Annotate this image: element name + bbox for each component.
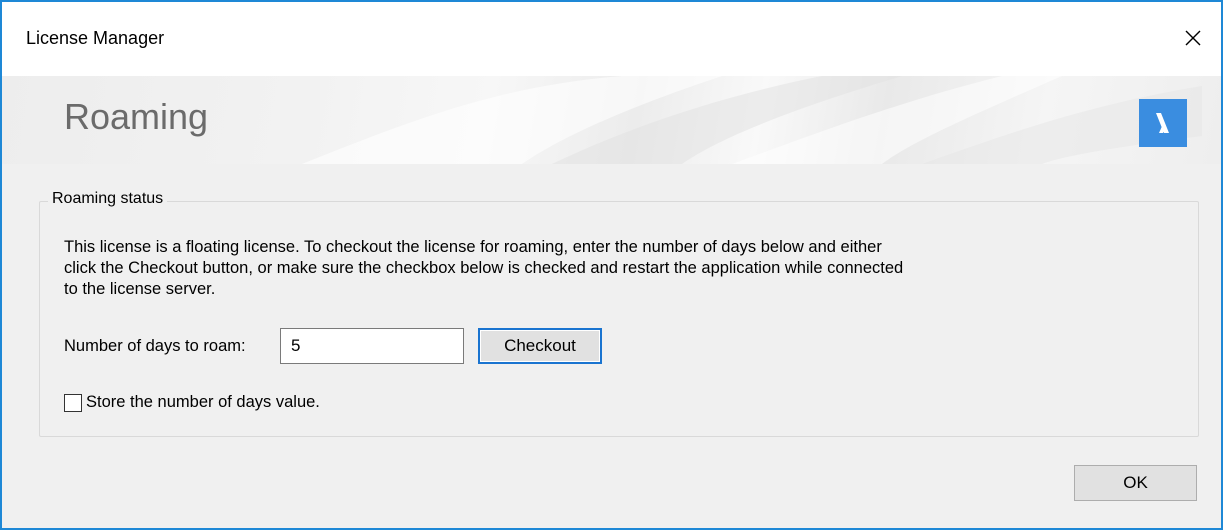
header-banner: Roaming [2,76,1221,164]
window-title: License Manager [26,28,165,48]
roaming-status-group: Roaming status This license is a floatin… [39,190,1199,437]
checkout-button[interactable]: Checkout [478,328,602,364]
checkout-button-label: Checkout [504,336,576,355]
group-legend: Roaming status [48,190,168,208]
store-days-checkbox[interactable] [64,393,82,412]
roaming-description: This license is a floating license. To c… [64,238,904,298]
dialog-content: Roaming status This license is a floatin… [2,164,1221,528]
days-to-roam-label: Number of days to roam: [64,337,246,355]
days-to-roam-input[interactable] [280,328,464,364]
store-days-option[interactable]: Store the number of days value. [64,393,320,412]
close-icon [1185,30,1201,46]
close-button[interactable] [1175,20,1211,56]
store-days-label: Store the number of days value. [86,393,320,411]
banner-background-graphic [302,76,1202,164]
page-title: Roaming [64,96,209,137]
bricscad-logo-icon [1156,113,1169,133]
ok-button-label: OK [1123,473,1148,492]
license-manager-dialog: License Manager Roaming Roaming status T… [0,0,1223,530]
ok-button[interactable]: OK [1074,465,1197,501]
title-bar: License Manager [2,2,1221,76]
app-logo [1139,99,1187,147]
